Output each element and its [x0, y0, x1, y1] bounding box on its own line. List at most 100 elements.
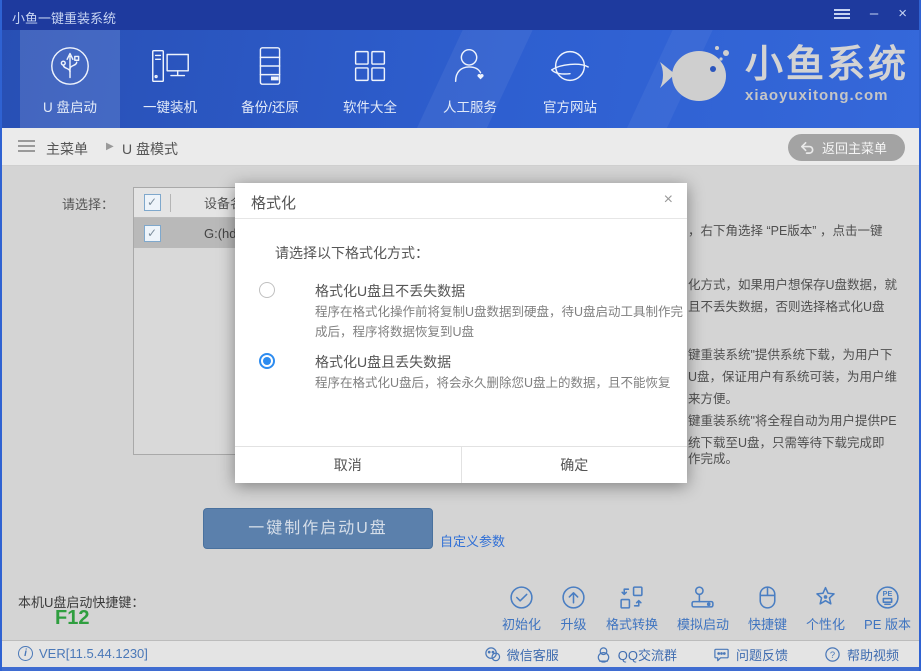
tool-personalize[interactable]: 个性化	[806, 584, 845, 634]
qq-group-link[interactable]: QQ交流群	[595, 645, 677, 664]
status-links: 微信客服 QQ交流群 问题反馈 ? 帮助视频	[484, 645, 899, 664]
tool-pe-version[interactable]: PE PE 版本	[864, 584, 911, 634]
joystick-icon	[689, 584, 716, 611]
main-nav: U 盘启动 一键装机 备份/还原 软件大全	[0, 30, 921, 128]
brand-domain: xiaoyuxitong.com	[745, 88, 909, 103]
option-label[interactable]: 格式化U盘且丢失数据	[315, 352, 451, 372]
minimize-icon[interactable]: –	[870, 6, 878, 22]
svg-text:?: ?	[830, 650, 835, 661]
hotkey-value: F12	[55, 607, 89, 630]
speech-bubble-icon	[713, 646, 730, 663]
nav-items: U 盘启动 一键装机 备份/还原 软件大全	[20, 30, 620, 128]
breadcrumb-root[interactable]: 主菜单	[46, 139, 88, 159]
dialog-footer: 取消 确定	[235, 446, 687, 483]
make-boot-usb-button[interactable]: 一键制作启动U盘	[203, 508, 433, 549]
tool-label: 模拟启动	[677, 614, 729, 633]
check-circle-icon	[508, 584, 535, 611]
option-label[interactable]: 格式化U盘且不丢失数据	[315, 281, 465, 301]
convert-icon	[618, 584, 645, 611]
help-text-fragment: 且不丢失数据，否则选择格式化U盘	[688, 296, 885, 315]
window-title: 小鱼一键重装系统	[12, 8, 116, 27]
breadcrumb-bar: 主菜单 ▶ U 盘模式 返回主菜单	[2, 128, 919, 166]
status-link-label: 问题反馈	[736, 645, 788, 664]
pe-version-icon: PE	[874, 584, 901, 611]
tool-initialize[interactable]: 初始化	[502, 584, 541, 634]
dialog-close-icon[interactable]: ×	[664, 191, 673, 209]
cancel-button[interactable]: 取消	[235, 447, 461, 483]
ok-button[interactable]: 确定	[461, 447, 688, 483]
custom-params-link[interactable]: 自定义参数	[440, 531, 505, 550]
help-text-fragment: 作完成。	[688, 448, 738, 467]
dialog-prompt: 请选择以下格式化方式：	[275, 243, 429, 263]
close-icon[interactable]: ×	[898, 6, 907, 22]
radio-lose-data[interactable]	[259, 353, 275, 369]
help-video-link[interactable]: ? 帮助视频	[824, 645, 899, 664]
row-checkbox[interactable]: ✓	[144, 225, 161, 242]
list-icon	[18, 140, 35, 155]
help-text-fragment: 键重装系统"提供系统下载，为用户下	[688, 344, 892, 363]
tool-label: 升级	[560, 614, 586, 633]
back-to-main-menu-button[interactable]: 返回主菜单	[788, 134, 905, 161]
tool-label: PE 版本	[864, 614, 911, 633]
window-bottom-border	[0, 667, 921, 671]
tool-label: 个性化	[806, 614, 845, 633]
fish-logo-icon	[657, 42, 735, 106]
option-description: 程序在格式化U盘后，将会永久删除您U盘上的数据，且不能恢复	[315, 373, 687, 393]
up-arrow-circle-icon	[560, 584, 587, 611]
tool-row: 初始化 升级 格式转换 模拟启动 快捷键 个性化 PE PE 版本	[502, 584, 911, 634]
version-info: i VER[11.5.44.1230]	[18, 646, 148, 661]
status-link-label: 帮助视频	[847, 645, 899, 664]
computer-icon	[147, 43, 193, 89]
help-text-fragment: ，右下角选择 “PE版本” ，点击一键	[688, 220, 882, 239]
star-icon	[812, 584, 839, 611]
window-left-border	[0, 0, 2, 671]
help-text-fragment: U盘，保证用户有系统可装，为用户维	[688, 366, 897, 385]
radio-keep-data[interactable]	[259, 282, 275, 298]
back-button-label: 返回主菜单	[822, 138, 887, 157]
wechat-icon	[484, 646, 501, 663]
person-icon	[447, 43, 493, 89]
nav-label: 软件大全	[343, 96, 397, 116]
brand-name: 小鱼系统	[745, 46, 909, 84]
wechat-support-link[interactable]: 微信客服	[484, 645, 559, 664]
breadcrumb-separator-icon: ▶	[106, 141, 114, 152]
nav-label: 官方网站	[543, 96, 597, 116]
tool-label: 格式转换	[606, 614, 658, 633]
status-link-label: QQ交流群	[618, 645, 677, 664]
breadcrumb-current: U 盘模式	[122, 139, 178, 159]
menu-icon[interactable]	[834, 7, 850, 21]
server-icon	[247, 43, 293, 89]
svg-text:PE: PE	[883, 589, 893, 598]
nav-item-official-site[interactable]: 官方网站	[520, 30, 620, 128]
tool-label: 快捷键	[748, 614, 787, 633]
app-window: 小鱼一键重装系统 – × U 盘启动 一键装机	[0, 0, 921, 671]
tool-upgrade[interactable]: 升级	[560, 584, 587, 634]
nav-item-software-collection[interactable]: 软件大全	[320, 30, 420, 128]
dialog-title: 格式化	[251, 192, 296, 213]
help-text-fragment: 化方式，如果用户想保存U盘数据，就	[688, 274, 897, 293]
window-controls: – ×	[834, 6, 907, 22]
tool-format-convert[interactable]: 格式转换	[606, 584, 658, 634]
format-dialog: 格式化 × 请选择以下格式化方式： 格式化U盘且不丢失数据 程序在格式化操作前将…	[235, 183, 687, 483]
nav-label: 人工服务	[443, 96, 497, 116]
statusbar: i VER[11.5.44.1230] 微信客服 QQ交流群 问题反馈 ? 帮助…	[2, 640, 919, 667]
option-description: 程序在格式化操作前将复制U盘数据到硬盘，待U盘启动工具制作完成后，程序将数据恢复…	[315, 302, 687, 342]
nav-item-human-service[interactable]: 人工服务	[420, 30, 520, 128]
return-arrow-icon	[800, 140, 815, 155]
tool-hotkey[interactable]: 快捷键	[748, 584, 787, 634]
nav-label: 一键装机	[143, 96, 197, 116]
brand-logo: 小鱼系统 xiaoyuxitong.com	[657, 42, 909, 106]
qq-icon	[595, 646, 612, 663]
nav-item-backup-restore[interactable]: 备份/还原	[220, 30, 320, 128]
mouse-icon	[754, 584, 781, 611]
tool-simulate-boot[interactable]: 模拟启动	[677, 584, 729, 634]
feedback-link[interactable]: 问题反馈	[713, 645, 788, 664]
nav-item-one-key-install[interactable]: 一键装机	[120, 30, 220, 128]
tool-label: 初始化	[502, 614, 541, 633]
status-link-label: 微信客服	[507, 645, 559, 664]
nav-item-usb-boot[interactable]: U 盘启动	[20, 30, 120, 128]
select-all-checkbox[interactable]: ✓	[144, 194, 161, 211]
usb-icon	[47, 43, 93, 89]
help-text-fragment: 来方便。	[688, 388, 738, 407]
grid-icon	[347, 43, 393, 89]
